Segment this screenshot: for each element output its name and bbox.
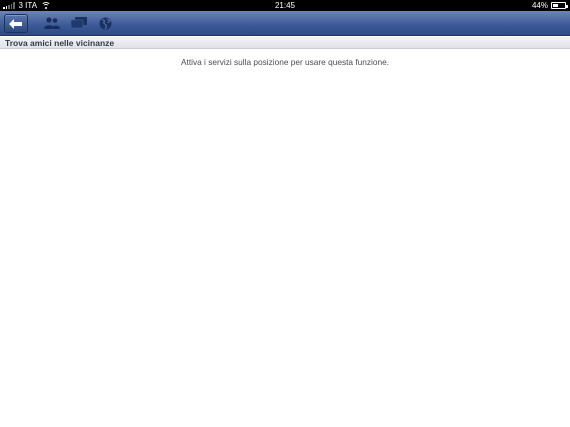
battery-percent: 44% bbox=[531, 1, 548, 10]
friends-icon bbox=[44, 17, 60, 29]
section-title: Trova amici nelle vicinanze bbox=[5, 38, 115, 48]
friend-requests-button[interactable] bbox=[44, 16, 60, 30]
messages-icon bbox=[71, 17, 87, 29]
back-button[interactable] bbox=[4, 14, 28, 33]
status-right: 44% bbox=[531, 0, 568, 11]
back-arrow-icon bbox=[9, 18, 22, 29]
battery-icon bbox=[551, 2, 568, 9]
notifications-globe-icon bbox=[99, 17, 111, 29]
section-header: Trova amici nelle vicinanze bbox=[0, 37, 570, 49]
top-navigation-bar bbox=[0, 11, 570, 36]
messages-button[interactable] bbox=[71, 16, 87, 30]
location-services-message: Attiva i servizi sulla posizione per usa… bbox=[181, 57, 389, 67]
status-bar: 3 ITA 21:45 44% bbox=[0, 0, 570, 11]
notifications-button[interactable] bbox=[97, 16, 113, 30]
clock: 21:45 bbox=[274, 1, 296, 10]
